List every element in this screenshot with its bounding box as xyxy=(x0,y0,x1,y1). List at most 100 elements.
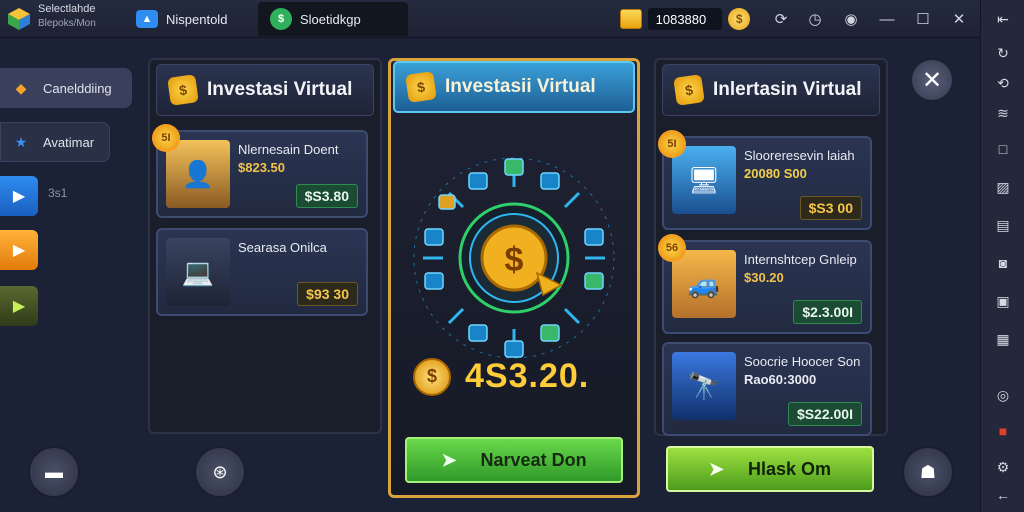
top-bar: Selectlahde Blepoks/Mon ▲ Nispentold $ S… xyxy=(0,0,980,38)
sun-badge-icon: 5I xyxy=(152,124,180,152)
coin-value: 1083880 xyxy=(647,8,723,30)
tab-sloetidkgp[interactable]: $ Sloetidkgp xyxy=(258,2,408,36)
gold-coin-icon: $ xyxy=(413,357,451,396)
computer-thumbnail-icon: 🖥 xyxy=(672,146,736,214)
gamepad-button[interactable]: ⊛ xyxy=(194,446,246,498)
expand-icon[interactable]: ⇤ xyxy=(992,8,1014,30)
diamond-icon: ◆ xyxy=(15,79,27,96)
add-coins-icon[interactable]: $ xyxy=(728,8,750,30)
app-logo-icon xyxy=(8,8,30,30)
buy-button[interactable]: ➤ Hlask Om xyxy=(666,446,874,492)
side-number: 3s1 xyxy=(48,186,68,200)
app-title: Selectlahde xyxy=(38,3,96,15)
telescope-thumbnail-icon: 🔭 xyxy=(672,352,736,420)
settings-icon[interactable]: ⚙ xyxy=(992,456,1014,478)
laptop-thumbnail-icon: 💻 xyxy=(166,238,230,306)
card-subtitle: Rao60:3000 xyxy=(744,372,817,387)
right-panel-title: Inlertasin Virtual xyxy=(713,79,862,100)
invest-button-label: Narveat Don xyxy=(480,449,587,470)
card-price[interactable]: $S3.80 xyxy=(295,184,358,208)
profile-button[interactable]: ☗ xyxy=(902,446,954,498)
investment-wheel-graphic: $ xyxy=(413,157,615,359)
card-title: Slooreresevin laiah xyxy=(744,148,855,163)
close-icon: ✕ xyxy=(921,66,943,94)
card-price[interactable]: $S3 00 xyxy=(799,196,862,220)
dollar-coin-icon: $ xyxy=(167,74,199,106)
close-window-icon[interactable]: ✕ xyxy=(948,8,970,30)
card-title: Searasa Onilca xyxy=(238,240,327,255)
card-title: Nlernesain Doent xyxy=(238,142,339,157)
center-panel-header: $ Investasii Virtual xyxy=(393,61,635,113)
play-green-button[interactable]: ▶ xyxy=(0,286,38,326)
play-blue-button[interactable]: ▶ xyxy=(0,176,38,216)
tab-nispentold[interactable]: ▲ Nispentold xyxy=(124,2,252,36)
card-price[interactable]: $2.3.00I xyxy=(793,300,862,324)
play-icon: ▶ xyxy=(12,298,26,315)
screenshot-icon[interactable]: ▨ xyxy=(992,176,1014,198)
apk-icon[interactable]: ▤ xyxy=(992,214,1014,236)
right-toolbar: ⇤ ↻ ⟲ ≋ □ ▨ ▤ ◙ ▣ ▦ ◎ ■ ⚙ ← xyxy=(980,0,1024,512)
investment-amount: $ 4S3.20. xyxy=(413,357,589,396)
sun-badge-icon: 56 xyxy=(658,234,686,262)
chat-icon: ▬ xyxy=(45,461,63,482)
app-subtitle: Blepoks/Mon xyxy=(38,18,96,29)
investment-card[interactable]: 👤 5I Nlernesain Doent $823.50 $S3.80 xyxy=(152,124,368,218)
minimize-icon[interactable]: — xyxy=(876,8,898,30)
side-item-avatimar[interactable]: ★ Avatimar xyxy=(0,122,110,162)
chat-button[interactable]: ▬ xyxy=(28,446,80,498)
game-tab-icon: $ xyxy=(270,8,292,30)
rotate-icon[interactable]: ↻ xyxy=(992,42,1014,64)
card-subtitle: $30.20 xyxy=(744,270,784,285)
side-item-canelddiing[interactable]: ◆ Canelddiing xyxy=(0,68,132,108)
play-orange-button[interactable]: ▶ xyxy=(0,230,38,270)
investment-card[interactable]: 🔭 Soocrie Hoocer Son Rao60:3000 $S22.00I xyxy=(662,342,872,436)
rocket-icon: ➤ xyxy=(441,449,457,470)
profile-icon: ☗ xyxy=(919,461,937,482)
gamepad-icon: ⊛ xyxy=(212,461,228,482)
location-icon[interactable]: ◎ xyxy=(992,384,1014,406)
center-investment-panel: $ Investasii Virtual $ $ 4S3.20. ➤ Narve… xyxy=(388,58,640,498)
right-panel-header: $ Inlertasin Virtual xyxy=(662,64,880,116)
left-panel-title: Investasi Virtual xyxy=(207,79,353,100)
right-investment-panel: $ Inlertasin Virtual 🖥 5I Slooreresevin … xyxy=(654,58,888,436)
play-icon: ▶ xyxy=(12,242,26,259)
back-icon[interactable]: ← xyxy=(992,484,1014,506)
dollar-coin-icon: $ xyxy=(673,74,705,106)
sun-badge-icon: 5I xyxy=(658,130,686,158)
card-subtitle: $823.50 xyxy=(238,160,285,175)
investment-card[interactable]: 🖥 5I Slooreresevin laiah 20080 S00 $S3 0… xyxy=(658,130,872,230)
invest-button[interactable]: ➤ Narveat Don xyxy=(405,437,623,483)
buy-button-label: Hlask Om xyxy=(748,458,832,479)
stop-icon[interactable]: ■ xyxy=(992,420,1014,442)
card-title: Internshtcep Gnleip xyxy=(744,252,857,267)
refresh-icon[interactable]: ⟳ xyxy=(770,8,792,30)
shake-icon[interactable]: ≋ xyxy=(992,102,1014,124)
coin-balance: 1083880 $ xyxy=(620,6,750,32)
side-item-label: Avatimar xyxy=(43,134,95,150)
investment-card[interactable]: 💻 Searasa Onilca $93 30 xyxy=(156,228,368,316)
square-icon[interactable]: □ xyxy=(992,138,1014,160)
svg-text:$: $ xyxy=(505,241,524,279)
maximize-icon[interactable]: ☐ xyxy=(912,8,934,30)
investment-card[interactable]: 🚙 56 Internshtcep Gnleip $30.20 $2.3.00I xyxy=(658,234,872,334)
close-button[interactable]: ✕ xyxy=(910,58,954,102)
rocket-icon: ➤ xyxy=(708,458,725,479)
card-price[interactable]: $93 30 xyxy=(297,282,358,306)
side-item-label: Canelddiing xyxy=(43,80,112,96)
star-icon: ★ xyxy=(14,133,28,150)
record-icon[interactable]: ▣ xyxy=(992,290,1014,312)
notification-icon[interactable]: ◉ xyxy=(840,8,862,30)
tab-label: Sloetidkgp xyxy=(300,11,361,27)
dollar-coin-icon: $ xyxy=(405,71,437,103)
coin-stack-icon xyxy=(620,9,642,29)
camera-icon[interactable]: ◙ xyxy=(992,252,1014,274)
card-price[interactable]: $S22.00I xyxy=(787,402,862,426)
left-panel-header: $ Investasi Virtual xyxy=(156,64,374,116)
jeep-thumbnail-icon: 🚙 xyxy=(672,250,736,318)
center-panel-title: Investasii Virtual xyxy=(445,76,596,97)
folder-icon[interactable]: ▦ xyxy=(992,328,1014,350)
app-tab-icon: ▲ xyxy=(136,10,158,28)
amount-value: 4S3.20. xyxy=(465,357,590,395)
clock-icon[interactable]: ◷ xyxy=(804,8,826,30)
sync-icon[interactable]: ⟲ xyxy=(992,72,1014,94)
